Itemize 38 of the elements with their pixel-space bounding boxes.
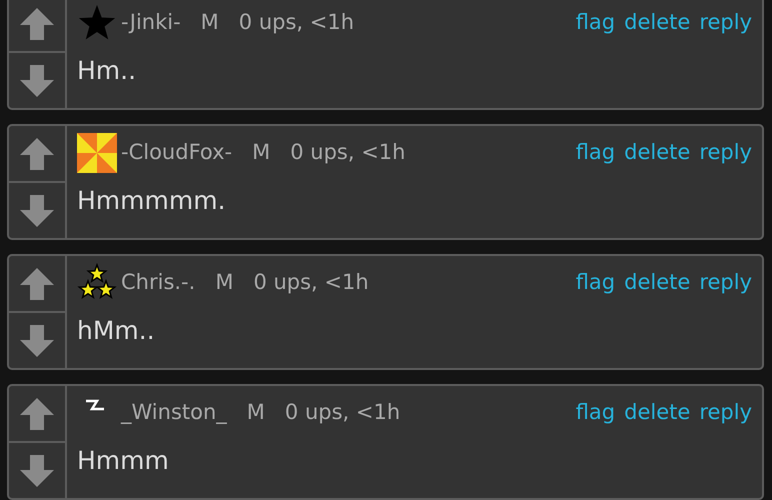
action-link[interactable]: delete xyxy=(624,7,690,39)
username-link[interactable]: -CloudFox- xyxy=(121,137,232,169)
action-link[interactable]: reply xyxy=(699,137,752,169)
action-link[interactable]: delete xyxy=(624,397,690,429)
comment-text: Hmmm xyxy=(77,445,170,477)
action-link[interactable]: delete xyxy=(624,267,690,299)
comment-meta: 0 ups, <1h xyxy=(284,399,400,426)
comment-meta: 0 ups, <1h xyxy=(253,269,369,296)
arrow-up-icon xyxy=(20,8,54,40)
action-link[interactable]: flag xyxy=(576,267,616,299)
arrow-down-icon xyxy=(20,64,54,96)
action-link[interactable]: delete xyxy=(624,137,690,169)
action-link[interactable]: flag xyxy=(576,397,616,429)
comment-text: Hm.. xyxy=(77,55,138,87)
username-link[interactable]: _Winston_ xyxy=(121,397,227,429)
comment-meta: 0 ups, <1h xyxy=(290,139,406,166)
username-link[interactable]: -Jinki- xyxy=(121,7,181,39)
action-link[interactable]: reply xyxy=(699,267,752,299)
arrow-down-icon xyxy=(20,324,54,356)
action-link[interactable]: flag xyxy=(576,7,616,39)
arrow-up-icon xyxy=(20,268,54,300)
arrow-down-icon xyxy=(20,454,54,486)
flair-label: M xyxy=(252,139,270,166)
comment-meta: 0 ups, <1h xyxy=(238,9,354,36)
arrow-down-icon xyxy=(20,194,54,226)
flair-label: M xyxy=(200,9,219,36)
username-link[interactable]: Chris.-. xyxy=(121,267,196,299)
action-link[interactable]: reply xyxy=(699,397,752,429)
zigzag-icon xyxy=(85,399,105,411)
comment-text: hMm.. xyxy=(77,315,156,347)
action-link[interactable]: reply xyxy=(699,7,752,39)
flair-label: M xyxy=(246,399,265,426)
action-link[interactable]: flag xyxy=(576,137,616,169)
arrow-up-icon xyxy=(20,398,54,430)
comment-text: Hmmmmm. xyxy=(77,185,227,217)
flair-label: M xyxy=(215,269,234,296)
arrow-up-icon xyxy=(20,138,54,170)
pinwheel-avatar xyxy=(77,133,117,173)
